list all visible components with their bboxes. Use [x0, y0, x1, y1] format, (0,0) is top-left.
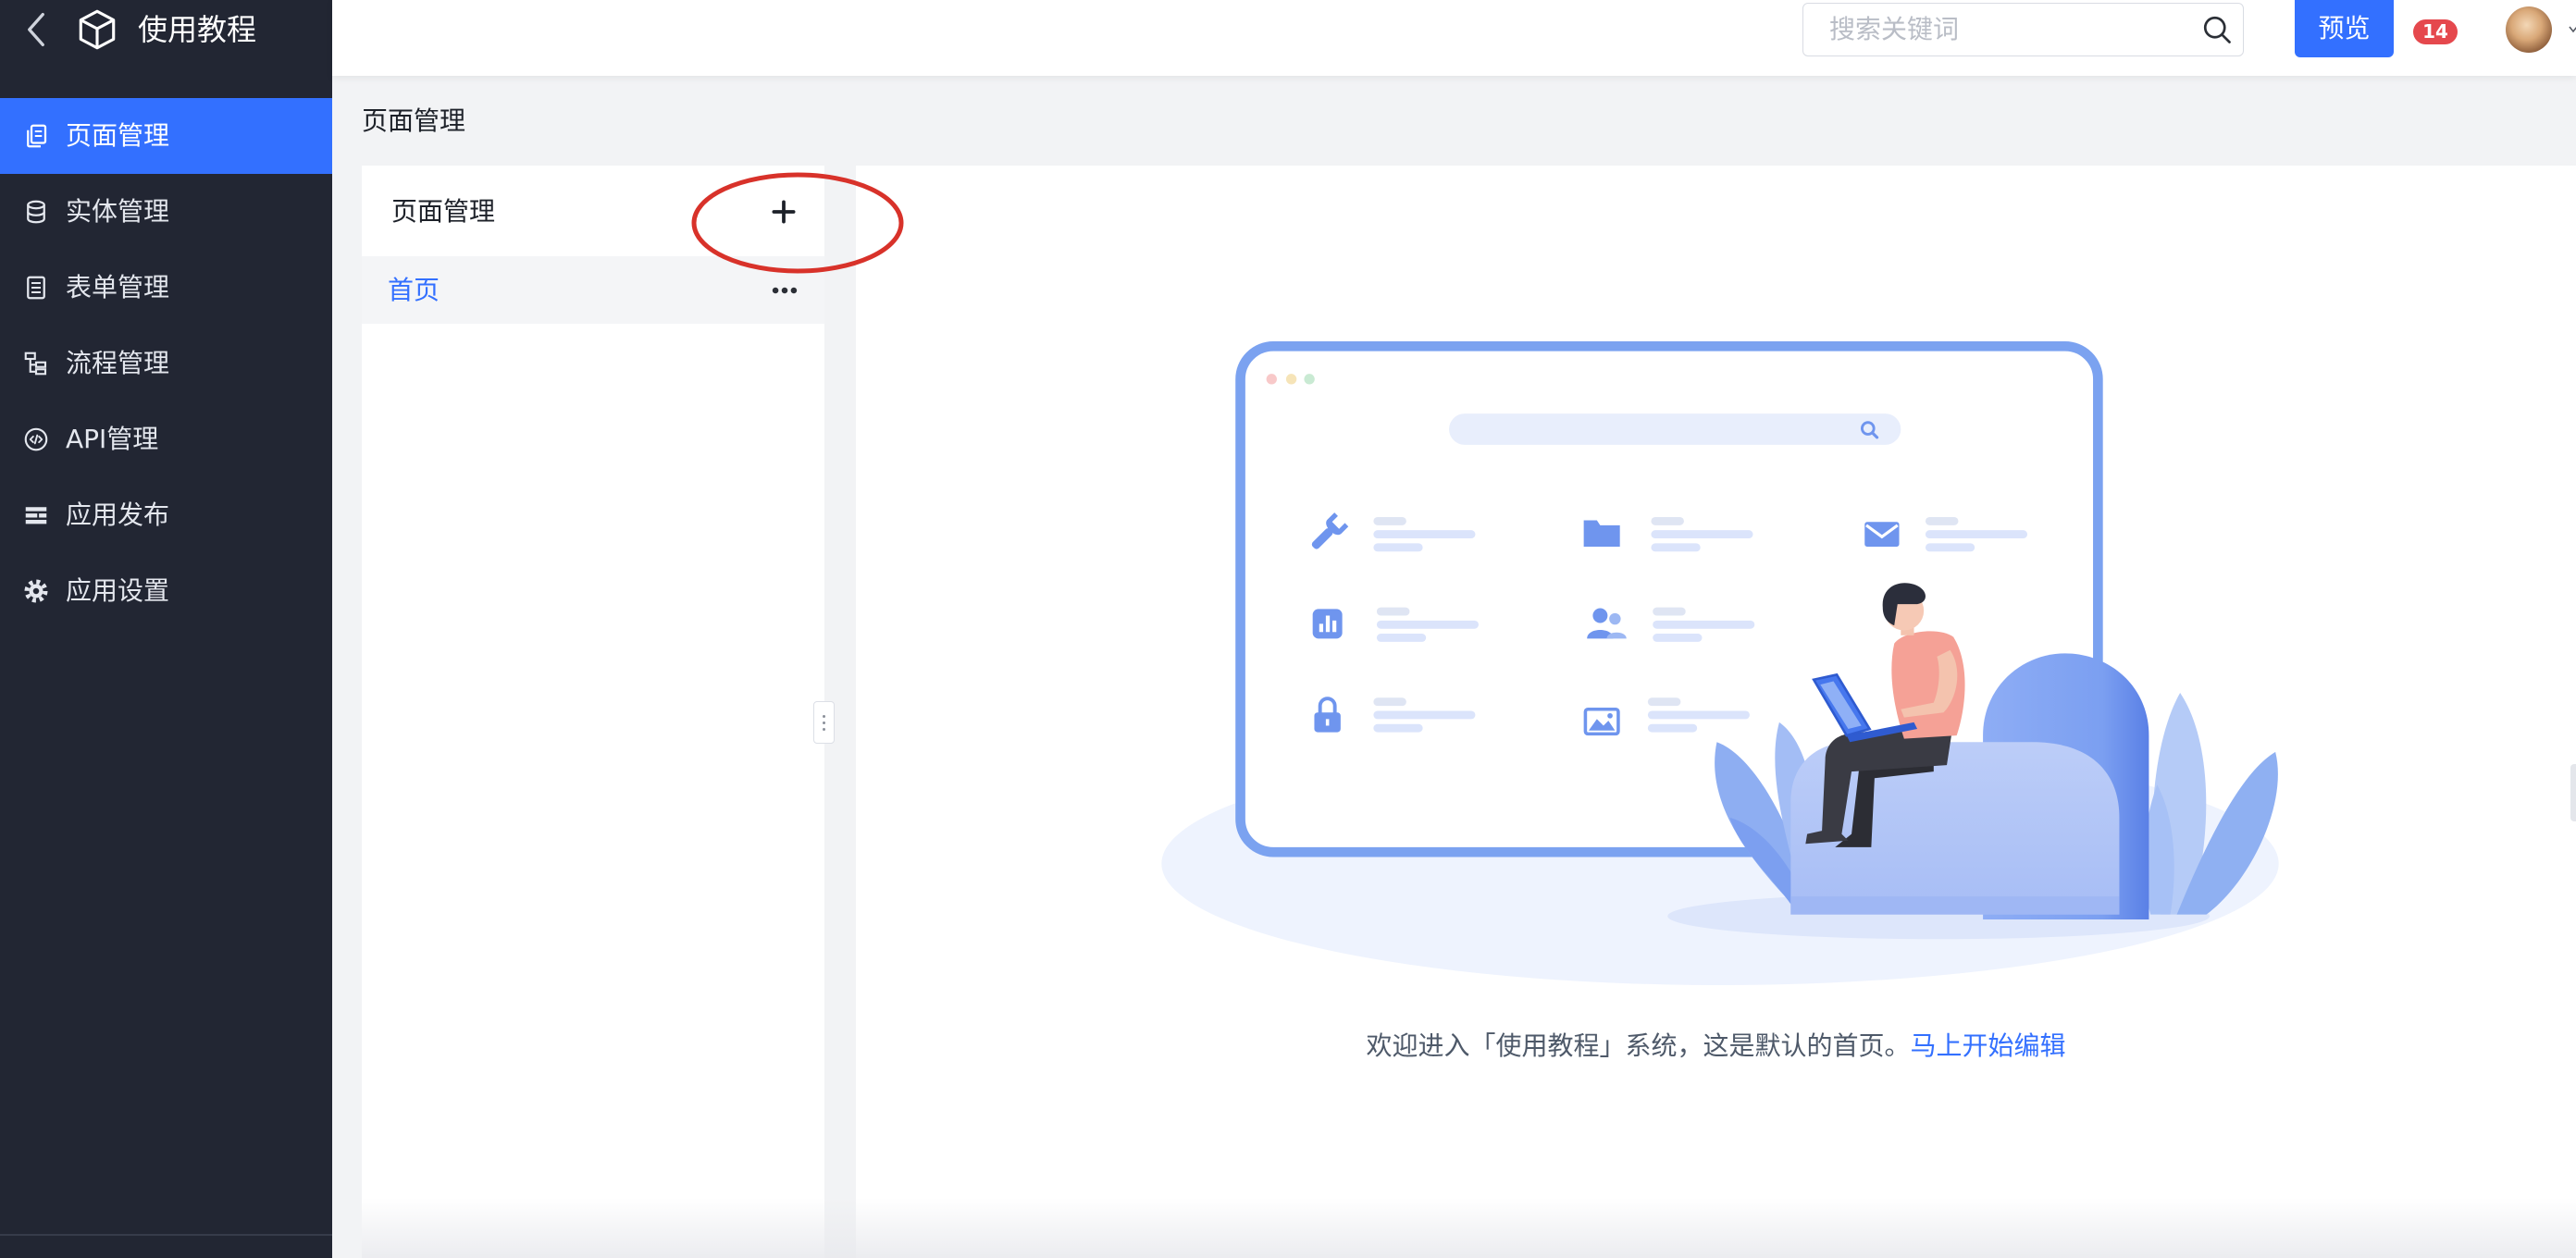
sidebar-item-label: 页面管理 — [66, 120, 170, 151]
flow-icon — [22, 350, 50, 377]
sidebar-nav: 页面管理 实体管理 表单管理 流程管理 API管理 应用发布 应用设置 — [0, 98, 332, 629]
empty-state-illustration — [1161, 341, 2279, 985]
avatar[interactable] — [2506, 6, 2552, 53]
sidebar-item-settings[interactable]: 应用设置 — [0, 553, 332, 629]
back-button[interactable] — [22, 11, 50, 48]
more-icon[interactable] — [769, 278, 800, 302]
panel-resize-handle[interactable] — [813, 701, 835, 744]
sidebar-item-label: API管理 — [66, 424, 159, 454]
sidebar-item-label: 表单管理 — [66, 272, 170, 302]
sidebar-item-label: 实体管理 — [66, 196, 170, 227]
sidebar-item-label: 应用发布 — [66, 500, 170, 530]
gear-icon — [22, 577, 50, 605]
welcome-text: 欢迎进入「使用教程」系统，这是默认的首页。 — [1366, 1030, 1911, 1061]
database-icon — [22, 198, 50, 226]
welcome-message: 欢迎进入「使用教程」系统，这是默认的首页。马上开始编辑 — [856, 1028, 2576, 1065]
sidebar-item-label: 流程管理 — [66, 348, 170, 378]
sidebar-item-forms[interactable]: 表单管理 — [0, 250, 332, 326]
chevron-down-icon[interactable] — [2568, 22, 2576, 35]
page-list-item[interactable]: 首页 — [362, 256, 824, 324]
chevron-left-icon — [28, 13, 44, 46]
notification-badge[interactable]: 14 — [2413, 19, 2458, 44]
sidebar-item-api[interactable]: API管理 — [0, 401, 332, 477]
sidebar-item-publish[interactable]: 应用发布 — [0, 477, 332, 553]
plus-icon — [772, 200, 796, 224]
cube-icon — [74, 6, 120, 54]
panel-title: 页面管理 — [391, 196, 496, 227]
sidebar-item-pages[interactable]: 页面管理 — [0, 98, 332, 174]
sidebar-item-label: 应用设置 — [66, 575, 170, 606]
sidebar-divider — [0, 1234, 332, 1236]
form-icon — [22, 274, 50, 302]
page-item-label: 首页 — [388, 275, 440, 305]
app-title: 使用教程 — [138, 12, 257, 47]
top-bar: 预览 14 — [332, 0, 2576, 76]
sidebar: 使用教程 页面管理 实体管理 表单管理 流程管理 API管理 应用发布 应用设置 — [0, 0, 332, 1258]
publish-icon — [22, 501, 50, 529]
add-page-button[interactable] — [770, 198, 798, 226]
api-icon — [22, 426, 50, 453]
sidebar-item-entities[interactable]: 实体管理 — [0, 174, 332, 250]
search-input[interactable] — [1803, 4, 2174, 55]
sidebar-item-flows[interactable]: 流程管理 — [0, 326, 332, 401]
search-icon[interactable] — [2200, 13, 2234, 46]
page-list-panel: 页面管理 首页 — [362, 166, 824, 1258]
search-box — [1802, 3, 2244, 56]
preview-button[interactable]: 预览 — [2295, 0, 2394, 57]
page-title: 页面管理 — [362, 105, 466, 136]
start-editing-link[interactable]: 马上开始编辑 — [1911, 1030, 2066, 1061]
pages-icon — [22, 122, 50, 150]
right-collapse-tab[interactable] — [2570, 764, 2576, 821]
